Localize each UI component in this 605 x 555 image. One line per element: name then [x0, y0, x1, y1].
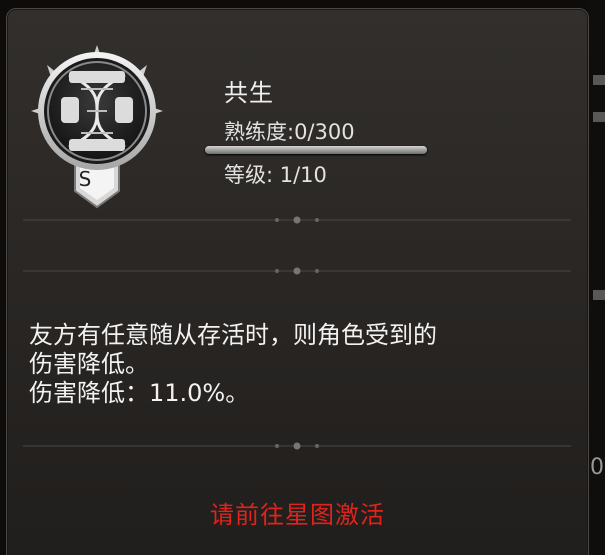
background-bar — [593, 75, 605, 85]
activate-via-star-map-link[interactable]: 请前往星图激活 — [7, 495, 588, 530]
skill-tooltip-panel: S 共生 熟练度:0/300 等级: 1/10 友方有任意随从存活时，则角色受到… — [6, 8, 589, 555]
background-bar — [593, 112, 605, 122]
proficiency-label: 熟练度:0/300 — [224, 120, 355, 144]
divider — [23, 442, 571, 450]
rank-letter: S — [78, 167, 92, 191]
skill-description: 友方有任意随从存活时，则角色受到的 伤害降低。 伤害降低：11.0%。 — [29, 321, 579, 408]
divider — [23, 216, 571, 224]
background-digit: 0 — [590, 455, 604, 480]
game-screen: 0 S 共生 熟练度:0/300 等级: 1/10 友方有任意随从存活时，则角色… — [0, 0, 605, 555]
background-bar — [593, 290, 605, 300]
divider — [23, 267, 571, 275]
skill-name: 共生 — [224, 79, 274, 107]
description-line: 友方有任意随从存活时，则角色受到的 — [29, 321, 437, 349]
proficiency-progress-bar — [205, 146, 427, 154]
description-line: 伤害降低。 — [29, 350, 149, 378]
description-line: 伤害降低：11.0%。 — [29, 379, 250, 407]
level-label: 等级: 1/10 — [224, 163, 327, 187]
